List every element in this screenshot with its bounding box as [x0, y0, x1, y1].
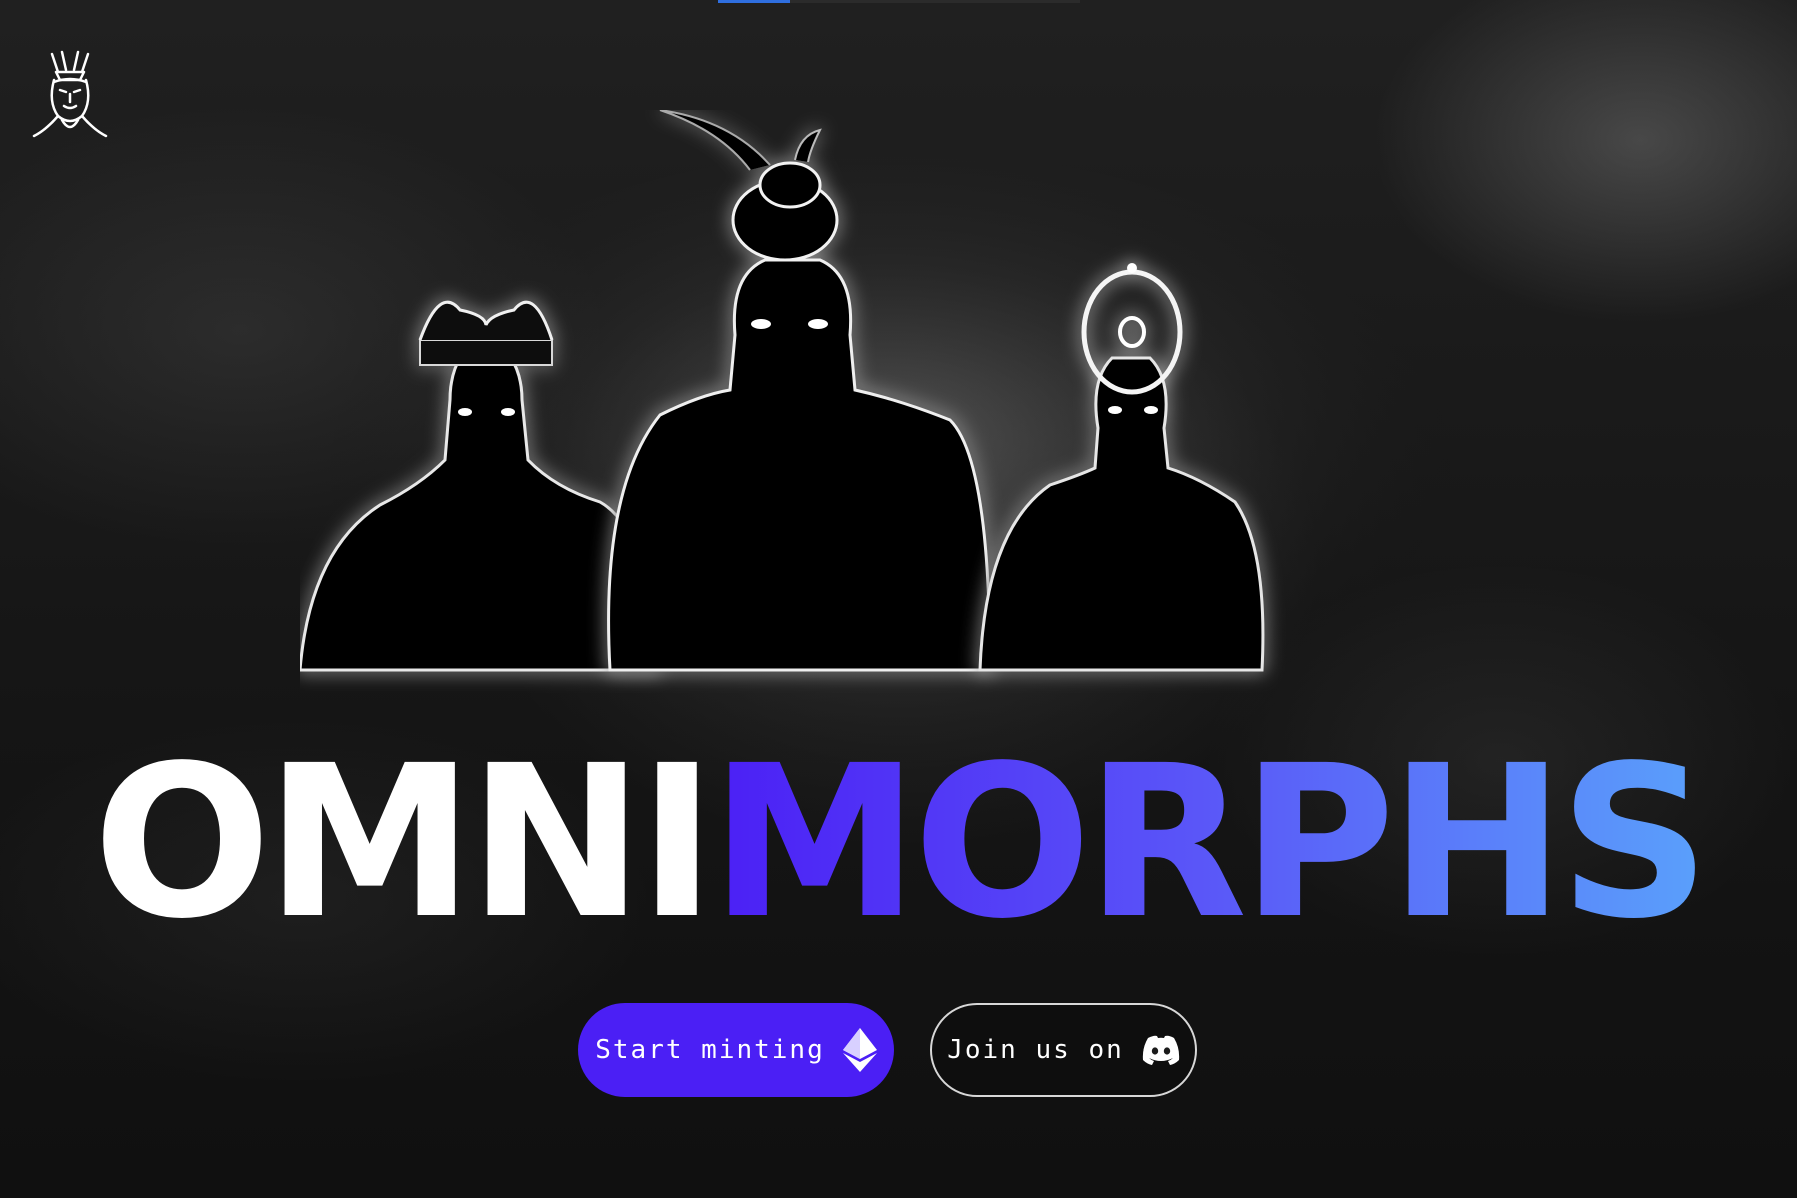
- join-discord-label: Join us on: [947, 1035, 1124, 1065]
- brand-title-omni: OMNI: [92, 720, 716, 965]
- start-minting-label: Start minting: [595, 1035, 825, 1065]
- mask-logo-icon[interactable]: [32, 50, 108, 142]
- brand-title: OMNIMORPHS: [0, 738, 1797, 948]
- discord-icon: [1142, 1035, 1180, 1065]
- join-discord-button[interactable]: Join us on: [930, 1003, 1197, 1097]
- loading-progress-fill: [718, 0, 791, 3]
- hero-characters-image: [300, 110, 1450, 770]
- loading-progress-bar: [718, 0, 1080, 3]
- start-minting-button[interactable]: Start minting: [578, 1003, 894, 1097]
- brand-title-morphs: MORPHS: [710, 720, 1710, 965]
- ethereum-icon: [842, 1028, 877, 1072]
